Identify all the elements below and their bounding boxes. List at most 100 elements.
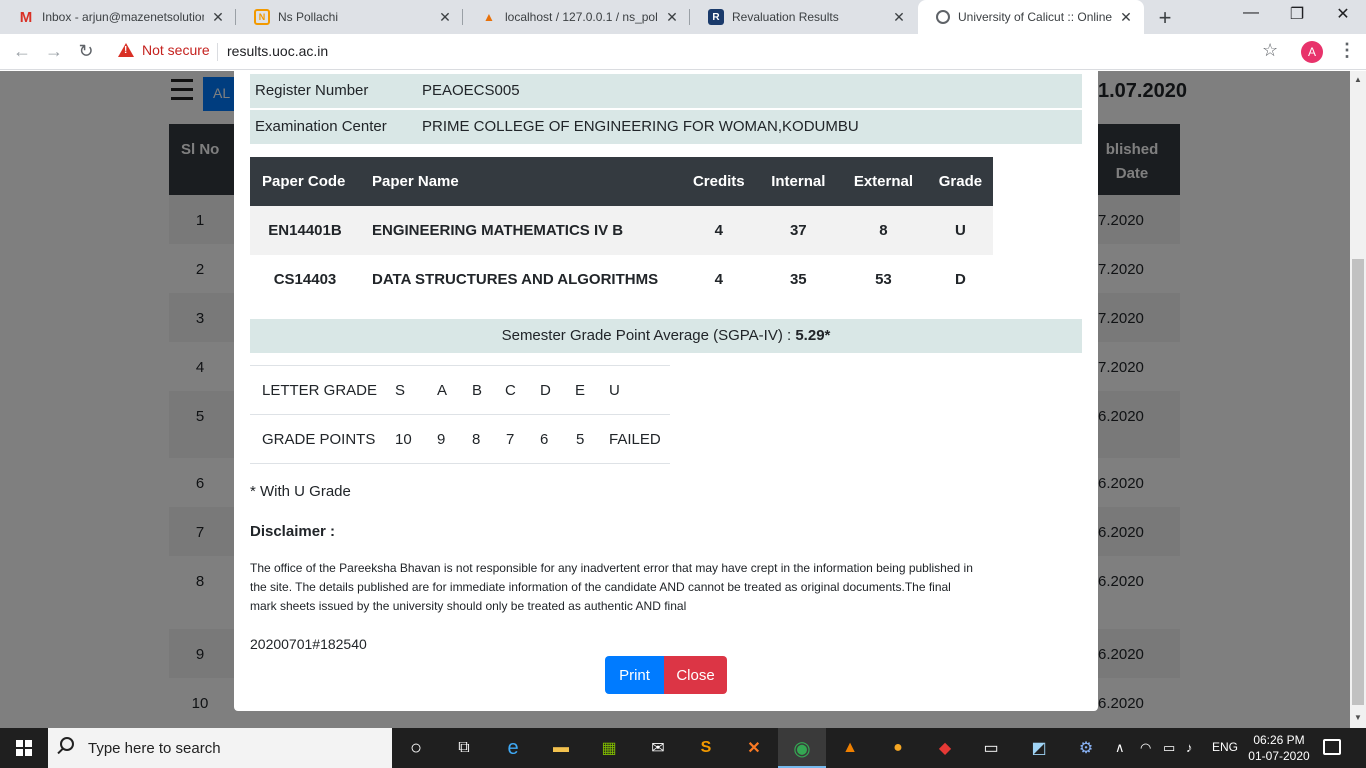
reload-icon[interactable]: ↻ <box>74 41 98 62</box>
browser-menu-icon[interactable]: ⋮ <box>1338 40 1356 61</box>
xampp-icon[interactable]: ✕ <box>742 736 766 760</box>
grade-letter: U <box>609 382 620 399</box>
maximize-icon[interactable]: ❐ <box>1274 4 1320 24</box>
cortana-icon[interactable]: ○ <box>404 736 428 760</box>
task-view-icon[interactable]: ⧉ <box>452 736 476 760</box>
security-label: Not secure <box>142 42 210 58</box>
close-button[interactable]: Close <box>664 656 727 694</box>
register-number-label: Register Number <box>255 82 369 99</box>
new-tab-button[interactable]: + <box>1155 5 1175 31</box>
tab-revaluation-results[interactable]: R Revaluation Results ✕ <box>690 0 917 34</box>
marks-table-header: Paper Code Paper Name Credits Internal E… <box>250 157 993 206</box>
close-tab-icon[interactable]: ✕ <box>437 9 453 26</box>
grade-points-row: GRADE POINTS 10 9 8 7 6 5 FAILED <box>250 415 670 464</box>
search-icon <box>60 737 74 751</box>
register-number-value: PEAOECS005 <box>422 82 520 99</box>
table-row: EN14401B ENGINEERING MATHEMATICS IV B 4 … <box>250 206 993 255</box>
examination-center-row: Examination Center PRIME COLLEGE OF ENGI… <box>250 110 1082 144</box>
paper-external: 8 <box>838 206 928 255</box>
result-modal: Register Number PEAOECS005 Examination C… <box>234 71 1098 711</box>
edge-icon[interactable]: e <box>501 736 525 760</box>
reference-code: 20200701#182540 <box>250 636 367 652</box>
url-divider <box>217 43 218 61</box>
header-grade: Grade <box>927 157 993 206</box>
tab-ns-pollachi[interactable]: N Ns Pollachi ✕ <box>236 0 463 34</box>
gmail-icon: M <box>19 8 33 26</box>
tab-phpmyadmin[interactable]: ▲ localhost / 127.0.0.1 / ns_pollac ✕ <box>463 0 690 34</box>
tab-title: Revaluation Results <box>732 10 839 24</box>
paper-grade: U <box>927 206 993 255</box>
store-icon[interactable]: ▦ <box>597 736 621 760</box>
volume-icon[interactable]: ♪ <box>1186 740 1193 755</box>
language-indicator[interactable]: ENG <box>1212 740 1238 754</box>
vlc-icon[interactable]: ▲ <box>838 736 862 760</box>
disclaimer-title: Disclaimer : <box>250 523 336 540</box>
windows-start-icon[interactable] <box>16 740 32 756</box>
scroll-up-arrow-icon[interactable]: ▲ <box>1354 75 1362 84</box>
page-scrollbar[interactable]: ▲ ▼ <box>1350 71 1366 728</box>
taskbar-search-box[interactable]: Type here to search <box>48 728 392 768</box>
grade-point: 7 <box>506 431 515 448</box>
anydesk-icon[interactable]: ◆ <box>933 736 957 760</box>
grade-point: 10 <box>395 431 412 448</box>
battery-icon[interactable]: ▭ <box>1163 740 1175 756</box>
letter-grade-label: LETTER GRADE <box>262 382 378 399</box>
paper-name: ENGINEERING MATHEMATICS IV B <box>360 206 680 255</box>
tab-gmail-inbox[interactable]: M Inbox - arjun@mazenetsolution ✕ <box>0 0 236 34</box>
notification-center-icon[interactable] <box>1323 739 1341 755</box>
sublime-icon[interactable]: S <box>694 736 718 760</box>
disclaimer-text: The office of the Pareeksha Bhavan is no… <box>250 561 973 613</box>
system-clock[interactable]: 06:26 PM 01-07-2020 <box>1247 732 1311 764</box>
file-explorer-icon[interactable]: ▬ <box>549 736 573 760</box>
app-icon[interactable]: ● <box>886 736 910 760</box>
close-tab-icon[interactable]: ✕ <box>210 9 226 26</box>
grade-point: 6 <box>540 431 549 448</box>
close-tab-icon[interactable]: ✕ <box>664 9 680 26</box>
remote-desktop-icon[interactable]: ◩ <box>1027 736 1051 760</box>
grade-point: 9 <box>437 431 446 448</box>
url-field[interactable]: results.uoc.ac.in <box>227 43 328 59</box>
paper-internal: 35 <box>757 255 839 304</box>
scroll-down-arrow-icon[interactable]: ▼ <box>1354 713 1362 722</box>
back-arrow-icon[interactable]: ← <box>10 41 34 62</box>
grade-point: FAILED <box>609 431 661 448</box>
chrome-icon[interactable]: ◉ <box>790 736 814 760</box>
warning-icon: ! <box>118 43 134 57</box>
terminal-icon[interactable]: ▭ <box>979 736 1003 760</box>
grade-letter: S <box>395 382 406 399</box>
paper-grade: D <box>927 255 993 304</box>
phpmyadmin-icon: ▲ <box>483 10 495 24</box>
address-bar: ← → ↻ ! Not secure results.uoc.ac.in ☆ A… <box>0 34 1366 70</box>
tray-chevron-icon[interactable]: ∧ <box>1115 740 1125 756</box>
register-number-row: Register Number PEAOECS005 <box>250 74 1082 108</box>
header-internal: Internal <box>757 157 839 206</box>
paper-name: DATA STRUCTURES AND ALGORITHMS <box>360 255 680 304</box>
grade-letter: D <box>540 382 551 399</box>
wifi-icon[interactable]: ◠ <box>1140 740 1151 756</box>
paper-external: 53 <box>838 255 928 304</box>
grade-scale-table: LETTER GRADE S A B C D E U GRADE POINTS … <box>250 365 670 464</box>
bookmark-star-icon[interactable]: ☆ <box>1262 40 1278 61</box>
ns-icon: N <box>254 9 270 25</box>
print-button[interactable]: Print <box>605 656 664 694</box>
minimize-icon[interactable]: — <box>1228 4 1274 22</box>
sgpa-label: Semester Grade Point Average (SGPA-IV) : <box>501 327 796 344</box>
forward-arrow-icon[interactable]: → <box>42 41 66 62</box>
globe-icon <box>936 10 950 24</box>
tab-university-of-calicut[interactable]: University of Calicut :: Online R ✕ <box>918 0 1144 34</box>
grade-letter: B <box>472 382 483 399</box>
tab-title: localhost / 127.0.0.1 / ns_pollac <box>505 10 658 24</box>
close-window-icon[interactable]: ✕ <box>1320 4 1366 24</box>
close-tab-icon[interactable]: ✕ <box>1118 9 1134 26</box>
marks-table: Paper Code Paper Name Credits Internal E… <box>250 157 993 304</box>
paper-credits: 4 <box>680 206 758 255</box>
scroll-thumb[interactable] <box>1352 259 1364 705</box>
close-tab-icon[interactable]: ✕ <box>891 9 907 26</box>
security-indicator[interactable]: ! Not secure <box>118 42 210 58</box>
grade-point: 5 <box>576 431 585 448</box>
grade-letter: A <box>437 382 448 399</box>
mail-icon[interactable]: ✉ <box>646 736 670 760</box>
network-tool-icon[interactable]: ⚙ <box>1074 736 1098 760</box>
profile-avatar[interactable]: A <box>1301 41 1323 63</box>
paper-internal: 37 <box>757 206 839 255</box>
